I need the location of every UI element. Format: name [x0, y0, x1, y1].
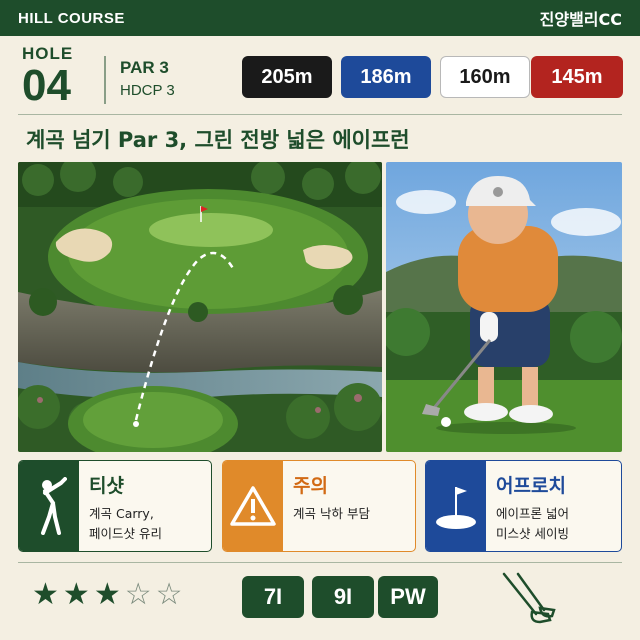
tee-black: 205m [242, 56, 332, 98]
club-badge: 7I [242, 576, 304, 618]
warning-icon [223, 461, 283, 551]
golf-club-icon [496, 570, 556, 630]
course-name: HILL COURSE [18, 9, 125, 27]
par-label: PAR 3 [120, 58, 169, 77]
hole-block: HOLE 04 [22, 44, 102, 108]
club-badge: 9I [312, 576, 374, 618]
divider [104, 56, 106, 104]
tip-card-approach: 어프로치 에이프론 넓어 미스샷 세이빙 [425, 460, 622, 552]
tip-line: 계곡 Carry, [89, 506, 154, 521]
club-name: 진양밸리CC [539, 10, 622, 29]
star-empty-icon: ☆ [155, 577, 183, 612]
tip-line: 에이프론 넓어 [496, 506, 569, 521]
divider-line [18, 114, 622, 115]
tee-blue: 186m [341, 56, 431, 98]
hole-headline: 계곡 넘기 Par 3, 그린 전방 넓은 에이프런 [26, 128, 410, 152]
tip-line: 페이드샷 유리 [89, 526, 162, 541]
star-filled-icon: ★ [32, 577, 59, 612]
hole-number: 04 [22, 61, 71, 110]
tee-white: 160m [440, 56, 530, 98]
player-illustration [386, 162, 622, 452]
divider-line [18, 562, 622, 563]
tip-card-caution: 주의 계곡 낙하 부담 [222, 460, 416, 552]
tip-line: 계곡 낙하 부담 [293, 506, 370, 521]
flag-green-icon [426, 461, 486, 551]
tip-title: 주의 [293, 475, 328, 497]
hdcp-label: HDCP 3 [120, 82, 175, 99]
tip-title: 어프로치 [496, 475, 566, 497]
golfer-swing-icon [19, 461, 79, 551]
tee-red: 145m [531, 56, 623, 98]
star-filled-icon: ★ [93, 577, 121, 612]
top-bar: HILL COURSE 진양밸리CC [0, 0, 640, 36]
club-badge: PW [378, 576, 438, 618]
par-block: PAR 3 HDCP 3 [120, 58, 175, 99]
course-illustration [18, 162, 382, 452]
star-empty-icon: ☆ [124, 577, 152, 612]
difficulty-stars: ★ ★ ★ ☆ ☆ [32, 580, 183, 610]
star-filled-icon: ★ [62, 577, 90, 612]
tip-line: 미스샷 세이빙 [496, 526, 569, 541]
tip-title: 티샷 [89, 475, 124, 497]
tip-card-tee-shot: 티샷 계곡 Carry, 페이드샷 유리 [18, 460, 212, 552]
